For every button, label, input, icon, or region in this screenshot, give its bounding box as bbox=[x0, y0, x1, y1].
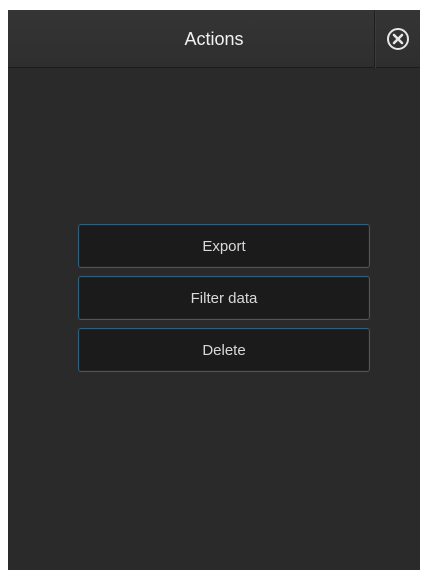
dialog-header: Actions bbox=[8, 10, 420, 68]
filter-data-button[interactable]: Filter data bbox=[78, 276, 370, 320]
actions-dialog: Actions Export Filter data Delete bbox=[8, 10, 420, 570]
close-button[interactable] bbox=[374, 10, 420, 68]
actions-menu: Export Filter data Delete bbox=[78, 224, 370, 380]
dialog-title: Actions bbox=[184, 29, 244, 49]
export-button[interactable]: Export bbox=[78, 224, 370, 268]
delete-button[interactable]: Delete bbox=[78, 328, 370, 372]
close-icon bbox=[387, 28, 409, 50]
